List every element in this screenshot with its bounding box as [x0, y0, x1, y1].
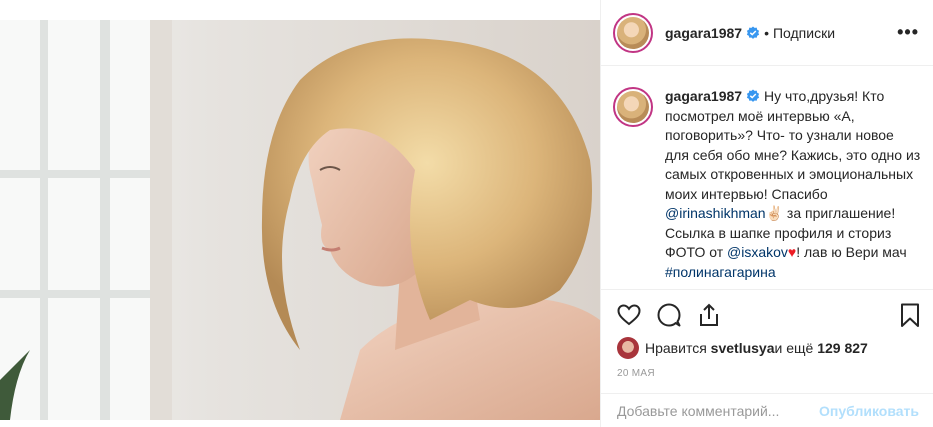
post-side-panel: gagara1987 • Подписки ••• gagara1987 Ну … [601, 0, 933, 427]
likes-summary: Нравится svetlusya и ещё 129 827 [617, 337, 868, 359]
comment-form: Опубликовать [601, 394, 933, 427]
post-caption: gagara1987 Ну что,друзья! Кто посмотрел … [601, 67, 933, 288]
verified-badge-icon [746, 26, 760, 39]
post-header: gagara1987 • Подписки ••• [601, 0, 933, 66]
publish-button[interactable]: Опубликовать [819, 403, 919, 419]
comment-input[interactable] [617, 402, 820, 419]
action-bar [601, 298, 933, 334]
post-photo[interactable] [0, 20, 600, 420]
mention-irinashikhman[interactable]: @irinashikhman [665, 205, 766, 221]
caption-username[interactable]: gagara1987 [665, 88, 742, 104]
liker-username[interactable]: svetlusya [711, 340, 775, 356]
heart-icon[interactable] [616, 302, 642, 328]
caption-body-part1: Ну что,друзья! Кто посмотрел моё интервь… [665, 88, 921, 202]
victory-hand-emoji: ✌🏻 [765, 205, 784, 221]
author-username[interactable]: gagara1987 [665, 25, 742, 41]
hashtag-link[interactable]: #полинагагарина [665, 264, 776, 280]
caption-verified-icon [746, 89, 760, 102]
likes-count[interactable]: 129 827 [817, 340, 868, 356]
caption-author-avatar[interactable] [613, 87, 653, 127]
following-button[interactable]: Подписки [773, 25, 835, 41]
more-options-button[interactable]: ••• [897, 22, 919, 43]
instagram-post: gagara1987 • Подписки ••• gagara1987 Ну … [0, 0, 933, 427]
comment-icon[interactable] [656, 302, 682, 328]
likes-middle: и ещё [774, 340, 814, 356]
header-separator: • [764, 24, 769, 41]
portrait-photo-image [0, 20, 600, 420]
author-avatar[interactable] [613, 12, 653, 53]
likes-prefix: Нравится [645, 340, 707, 356]
liker-avatar[interactable] [617, 337, 639, 359]
bookmark-icon[interactable] [897, 302, 923, 328]
red-heart-emoji: ♥ [787, 244, 797, 260]
mention-isxakov[interactable]: @isxakov [727, 244, 788, 260]
caption-text: gagara1987 Ну что,друзья! Кто посмотрел … [665, 87, 921, 282]
share-icon[interactable] [696, 302, 722, 328]
post-date[interactable]: 20 мая [617, 368, 655, 379]
caption-body-part3: ! лав ю Вери мач [796, 244, 907, 260]
caption-divider [601, 289, 933, 290]
